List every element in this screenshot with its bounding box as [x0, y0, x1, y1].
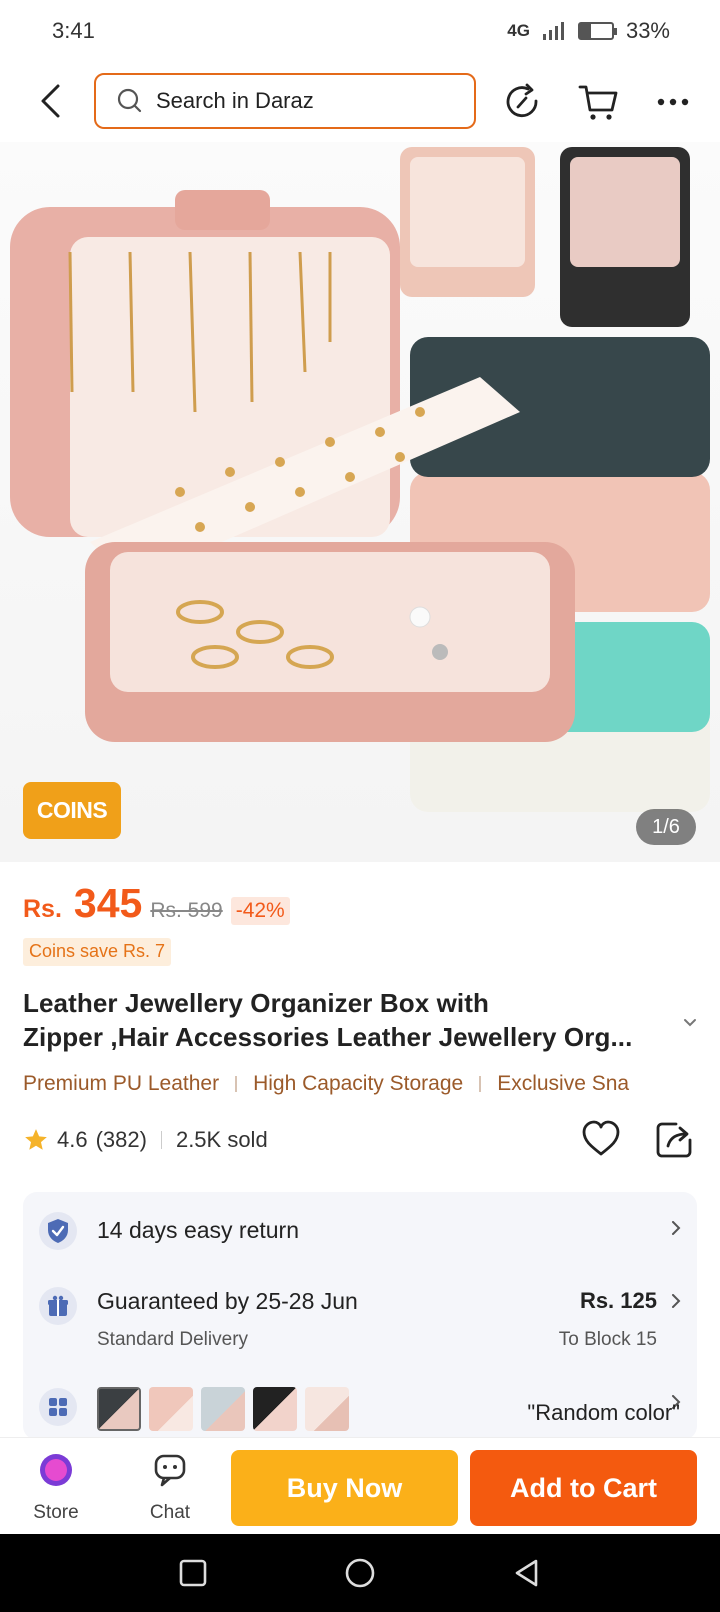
delivery-title: Guaranteed by 25-28 Jun [97, 1288, 358, 1314]
share-icon[interactable] [654, 1118, 694, 1160]
variant-thumbnail[interactable] [305, 1387, 349, 1431]
variant-thumbnail[interactable] [97, 1387, 141, 1431]
shield-check-icon [39, 1212, 77, 1250]
cart-button[interactable] [578, 81, 620, 123]
chat-label: Chat [149, 1502, 191, 1523]
discount-badge: -42% [230, 897, 290, 925]
rating-score: 4.6 [57, 1127, 88, 1152]
sold-count: 2.5K sold [175, 1127, 268, 1152]
variant-thumbnails [97, 1387, 349, 1431]
status-time: 3:41 [52, 18, 95, 43]
product-title[interactable]: Leather Jewellery Organizer Box with Zip… [23, 986, 673, 1054]
jewellery-box-illustration [10, 147, 710, 812]
tag-item: Exclusive Sna [497, 1072, 630, 1095]
current-price: 345 [73, 880, 143, 926]
variant-thumbnail[interactable] [201, 1387, 245, 1431]
add-to-cart-button[interactable]: Add to Cart [470, 1450, 697, 1526]
header: Search in Daraz [0, 68, 720, 134]
buy-now-button[interactable]: Buy Now [231, 1450, 458, 1526]
system-nav-bar [0, 1534, 720, 1612]
rating-row[interactable]: 4.6 (382) 2.5K sold [23, 1120, 268, 1160]
status-bar: 3:41 4G 33% [0, 0, 720, 62]
original-price: Rs. 599 [150, 899, 223, 922]
price-row: Rs. 345 Rs. 599 -42% [23, 880, 290, 930]
back-nav-icon[interactable] [512, 1558, 542, 1588]
rating-count: (382) [95, 1127, 147, 1152]
heart-icon[interactable] [580, 1118, 622, 1160]
tag-divider [479, 1076, 482, 1092]
refresh-arrow-icon [506, 83, 538, 117]
coins-badge: COINS [23, 782, 121, 839]
returns-text: 14 days easy return [97, 1217, 300, 1243]
more-button[interactable] [652, 81, 694, 123]
chat-button[interactable]: Chat [130, 1450, 210, 1524]
tag-item: Premium PU Leather [23, 1072, 220, 1095]
variant-thumbnail[interactable] [253, 1387, 297, 1431]
rating-divider [160, 1131, 162, 1149]
image-counter: 1/6 [636, 809, 696, 845]
history-button[interactable] [502, 81, 544, 123]
product-image[interactable] [0, 142, 720, 862]
cart-icon [578, 85, 618, 120]
variant-thumbnail[interactable] [149, 1387, 193, 1431]
home-icon[interactable] [343, 1556, 377, 1590]
star-icon [25, 1129, 47, 1150]
tag-item: High Capacity Storage [253, 1072, 464, 1095]
delivery-location: To Block 15 [558, 1329, 657, 1350]
store-button[interactable]: Store [16, 1450, 96, 1524]
battery-percent: 33% [625, 18, 670, 43]
chevron-right-icon [672, 1294, 681, 1308]
status-indicators: 4G 33% [507, 18, 670, 44]
back-button[interactable] [30, 78, 70, 124]
network-type: 4G [507, 21, 530, 40]
chevron-right-icon [672, 1221, 681, 1235]
signal-icon [542, 22, 564, 40]
battery-icon [577, 22, 617, 40]
delivery-subtitle: Standard Delivery [97, 1329, 249, 1350]
search-input[interactable]: Search in Daraz [94, 73, 476, 129]
bottom-action-bar: Store Chat Buy Now Add to Cart [0, 1437, 720, 1529]
title-line: Leather Jewellery Organizer Box with [23, 988, 489, 1018]
variant-label: "Random color" [527, 1400, 680, 1425]
grid-icon [39, 1388, 77, 1426]
delivery-price: Rs. 125 [579, 1288, 657, 1313]
gift-icon [39, 1287, 77, 1325]
product-tags: Premium PU Leather High Capacity Storage… [23, 1068, 720, 1100]
store-icon [40, 1454, 72, 1486]
search-placeholder: Search in Daraz [156, 88, 314, 113]
chevron-left-icon [41, 84, 60, 118]
chevron-down-icon[interactable] [680, 1012, 700, 1032]
tag-divider [235, 1076, 238, 1092]
more-dots-icon [657, 98, 689, 106]
coins-save-badge: Coins save Rs. 7 [23, 938, 172, 966]
title-line: Zipper ,Hair Accessories Leather Jewelle… [23, 1022, 633, 1052]
recent-apps-icon[interactable] [178, 1558, 208, 1588]
store-label: Store [33, 1502, 79, 1523]
chat-icon [154, 1454, 186, 1487]
currency-label: Rs. [23, 895, 62, 923]
search-icon [117, 88, 142, 113]
